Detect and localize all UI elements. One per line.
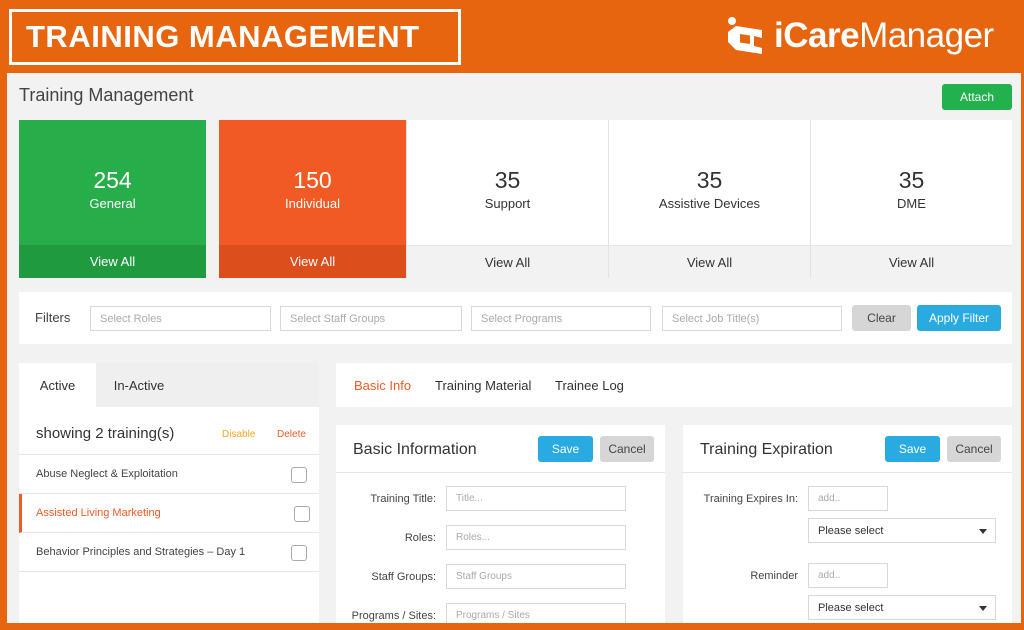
tab-basic-info[interactable]: Basic Info <box>354 378 411 393</box>
clear-filters-button[interactable]: Clear <box>852 305 911 331</box>
card-assistive-devices: 35 Assistive Devices View All <box>608 120 810 278</box>
attach-button[interactable]: Attach <box>942 84 1012 110</box>
page-title: Training Management <box>19 85 194 105</box>
brand-name-suffix: Manager <box>859 16 994 55</box>
panel-title: Training Expiration <box>700 441 833 458</box>
training-checkbox[interactable] <box>294 506 310 522</box>
apply-filter-button[interactable]: Apply Filter <box>917 305 1001 331</box>
list-item[interactable]: Behavior Principles and Strategies – Day… <box>19 533 319 572</box>
disable-link[interactable]: Disable <box>222 429 255 440</box>
card-label: DME <box>897 196 926 211</box>
promo-banner: TRAINING MANAGEMENT iCareManager <box>0 0 1024 72</box>
tab-training-material[interactable]: Training Material <box>435 378 531 393</box>
expires-in-label: Training Expires In: <box>703 493 798 505</box>
roles-label: Roles: <box>404 532 436 544</box>
brand-name: iCareManager <box>774 16 994 56</box>
icaremanager-logo-icon <box>728 17 762 54</box>
filters-label: Filters <box>35 310 71 325</box>
list-item[interactable]: Abuse Neglect & Exploitation <box>19 455 319 494</box>
brand-name-prefix: iCare <box>774 16 860 55</box>
delete-link[interactable]: Delete <box>277 429 306 440</box>
staff-groups-input[interactable]: Staff Groups <box>446 564 626 589</box>
training-list-panel: Active In-Active showing 2 training(s) D… <box>19 363 319 623</box>
app-window: Training Management Attach 254 General V… <box>7 73 1021 623</box>
caret-down-icon <box>979 606 987 611</box>
detail-tabs: Basic Info Training Material Trainee Log <box>336 363 1012 407</box>
card-count: 35 <box>898 167 925 193</box>
caret-down-icon <box>979 529 987 534</box>
expires-unit-select[interactable]: Please select <box>808 518 996 543</box>
banner-title: TRAINING MANAGEMENT <box>26 19 420 54</box>
card-support: 35 Support View All <box>406 120 608 278</box>
panel-title: Basic Information <box>353 441 477 458</box>
card-count: 150 <box>293 167 332 193</box>
training-name: Behavior Principles and Strategies – Day… <box>36 546 246 558</box>
reminder-label: Reminder <box>750 570 798 582</box>
tab-active[interactable]: Active <box>19 363 96 407</box>
reminder-input[interactable]: add.. <box>808 563 888 588</box>
basic-information-panel: Basic Information Save Cancel Training T… <box>336 425 665 623</box>
summary-cards: 254 General View All 150 Individual View… <box>19 120 1012 278</box>
cancel-button[interactable]: Cancel <box>947 436 1001 462</box>
card-view-all-link[interactable]: View All <box>811 245 1012 278</box>
staff-groups-label: Staff Groups: <box>371 571 436 583</box>
card-dme: 35 DME View All <box>810 120 1012 278</box>
training-title-label: Training Title: <box>370 493 436 505</box>
training-checkbox[interactable] <box>291 467 307 483</box>
card-view-all-link[interactable]: View All <box>609 245 810 278</box>
card-label: General <box>89 196 136 211</box>
select-value: Please select <box>818 601 884 614</box>
card-label: Assistive Devices <box>658 196 761 211</box>
cancel-button[interactable]: Cancel <box>600 436 654 462</box>
filters-bar: Filters Select Roles Select Staff Groups… <box>19 292 1012 344</box>
save-button[interactable]: Save <box>538 436 593 462</box>
panel-header: Basic Information Save Cancel <box>336 425 665 473</box>
reminder-unit-select[interactable]: Please select <box>808 595 996 620</box>
select-value: Please select <box>818 524 884 537</box>
select-job-titles-input[interactable]: Select Job Title(s) <box>662 306 842 331</box>
card-view-all-link[interactable]: View All <box>407 245 608 278</box>
card-count: 254 <box>93 167 132 193</box>
select-programs-input[interactable]: Select Programs <box>471 306 651 331</box>
tab-trainee-log[interactable]: Trainee Log <box>555 378 624 393</box>
save-button[interactable]: Save <box>885 436 940 462</box>
training-name: Assisted Living Marketing <box>36 507 161 519</box>
programs-sites-input[interactable]: Programs / Sites <box>446 603 626 623</box>
status-tabs: Active In-Active <box>19 363 319 407</box>
card-count: 35 <box>696 167 723 193</box>
training-count-text: showing 2 training(s) <box>36 425 175 442</box>
list-item[interactable]: Assisted Living Marketing <box>19 494 319 533</box>
tab-in-active[interactable]: In-Active <box>96 363 182 407</box>
expires-in-input[interactable]: add.. <box>808 486 888 511</box>
programs-sites-label: Programs / Sites: <box>351 610 436 622</box>
banner-title-box: TRAINING MANAGEMENT <box>9 9 461 65</box>
card-general: 254 General View All <box>19 120 206 278</box>
training-checkbox[interactable] <box>291 545 307 561</box>
brand-logo: iCareManager <box>726 14 994 58</box>
card-view-all-link[interactable]: View All <box>19 245 206 278</box>
card-label: Support <box>484 196 531 211</box>
card-view-all-link[interactable]: View All <box>219 245 406 278</box>
panel-header: Training Expiration Save Cancel <box>683 425 1012 473</box>
card-count: 35 <box>494 167 521 193</box>
card-individual: 150 Individual View All <box>219 120 406 278</box>
training-title-input[interactable]: Title... <box>446 486 626 511</box>
select-staff-groups-input[interactable]: Select Staff Groups <box>280 306 462 331</box>
training-expiration-panel: Training Expiration Save Cancel Training… <box>683 425 1012 623</box>
card-label: Individual <box>285 196 340 211</box>
select-roles-input[interactable]: Select Roles <box>90 306 271 331</box>
list-header: showing 2 training(s) Disable Delete <box>19 407 319 455</box>
roles-input[interactable]: Roles... <box>446 525 626 550</box>
training-name: Abuse Neglect & Exploitation <box>36 468 178 480</box>
